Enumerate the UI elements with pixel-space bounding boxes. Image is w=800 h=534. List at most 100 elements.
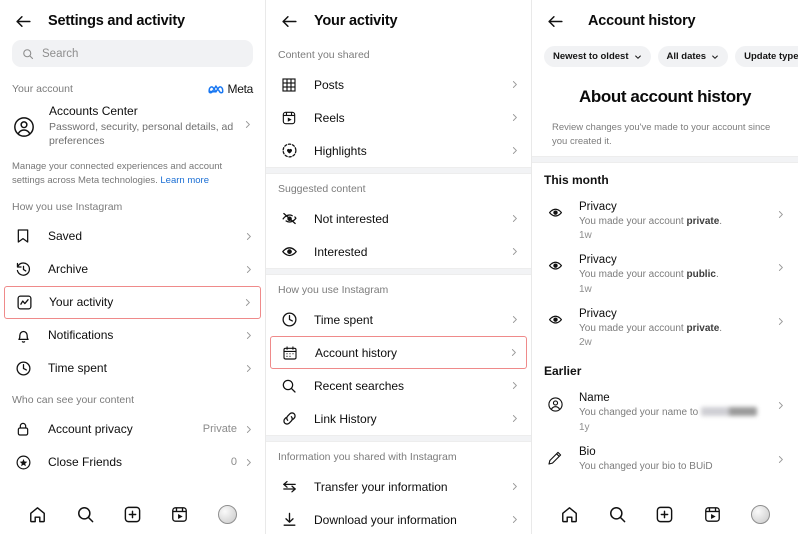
meta-logo: Meta <box>207 82 253 96</box>
history-entry[interactable]: Name You changed your name to 1y <box>532 385 798 439</box>
chevron-right-icon <box>509 247 519 256</box>
menu-item-interested[interactable]: Interested <box>266 235 531 268</box>
menu-item-label: Reels <box>314 110 345 125</box>
menu-item-transfer-your-information[interactable]: Transfer your information <box>266 470 531 503</box>
learn-more-link[interactable]: Learn more <box>160 175 209 186</box>
history-entry[interactable]: Privacy You made your account public. 1w <box>532 247 798 301</box>
transfer-arrows-icon <box>278 478 300 495</box>
history-entry-title: Name <box>579 392 610 404</box>
star-circle-icon <box>12 454 34 471</box>
redacted-name <box>700 407 757 416</box>
history-entry-body: Name You changed your name to 1y <box>579 392 776 433</box>
filter-dates[interactable]: All dates <box>657 46 729 67</box>
accounts-center-note: Manage your connected experiences and ac… <box>0 152 265 192</box>
archive-clock-icon <box>12 261 34 278</box>
filter-sort-order[interactable]: Newest to oldest <box>544 46 651 67</box>
panel2-header: Your activity <box>266 0 531 40</box>
search-icon[interactable] <box>76 505 95 524</box>
back-arrow-icon[interactable] <box>278 10 300 32</box>
sidebar-item-label: Saved <box>48 229 83 244</box>
search-icon[interactable] <box>608 505 627 524</box>
eye-icon <box>544 201 566 220</box>
sidebar-item-label: Archive <box>48 262 89 277</box>
sidebar-item-notifications[interactable]: Notifications <box>0 319 265 352</box>
section-how-you-use-instagram: How you use Instagram <box>12 200 123 213</box>
bottom-nav-bar <box>0 494 265 534</box>
about-title: About account history <box>579 87 751 106</box>
menu-item-not-interested[interactable]: Not interested <box>266 202 531 235</box>
chevron-right-icon <box>509 381 519 390</box>
chevron-right-icon <box>776 201 786 219</box>
history-entry-body: Privacy You made your account private. 2… <box>579 308 776 349</box>
section-divider-band <box>266 268 531 275</box>
back-arrow-icon[interactable] <box>12 10 34 32</box>
menu-item-link-history[interactable]: Link History <box>266 402 531 435</box>
page-title: Settings and activity <box>48 13 185 29</box>
menu-item-recent-searches[interactable]: Recent searches <box>266 369 531 402</box>
chevron-right-icon <box>243 458 253 467</box>
panel-your-activity: Your activity Content you shared Posts R… <box>266 0 532 534</box>
your-account-label: Your account <box>12 83 73 95</box>
chevron-down-icon <box>711 53 719 61</box>
accounts-center-subtitle: Password, security, personal details, ad… <box>49 121 234 148</box>
sidebar-item-time-spent[interactable]: Time spent <box>0 352 265 385</box>
sidebar-item-label: Account privacy <box>48 422 133 437</box>
eye-icon <box>544 308 566 327</box>
chevron-right-icon <box>243 425 253 434</box>
group-label-earlier: Earlier <box>544 364 582 378</box>
chevron-right-icon <box>243 265 253 274</box>
section-information-you-shared: Information you shared with Instagram <box>278 451 457 463</box>
filter-update-type[interactable]: Update type <box>735 46 798 67</box>
sidebar-item-account-privacy[interactable]: Account privacy Private <box>0 413 265 446</box>
history-entry-desc: You changed your bio to BUiD <box>579 460 713 472</box>
home-icon[interactable] <box>560 505 579 524</box>
section-content-you-shared: Content you shared <box>278 49 370 61</box>
link-icon <box>278 410 300 427</box>
menu-item-download-your-information[interactable]: Download your information <box>266 503 531 534</box>
history-entry[interactable]: Privacy You made your account private. 1… <box>532 194 798 248</box>
reels-icon[interactable] <box>170 505 189 524</box>
menu-item-label: Time spent <box>314 312 373 327</box>
chevron-right-icon <box>776 392 786 410</box>
reels-icon[interactable] <box>703 505 722 524</box>
history-entry-title: Privacy <box>579 200 617 213</box>
chevron-right-icon <box>243 232 253 241</box>
create-plus-icon[interactable] <box>123 505 142 524</box>
accounts-center-row[interactable]: Accounts Center Password, security, pers… <box>0 98 265 152</box>
create-plus-icon[interactable] <box>655 505 674 524</box>
menu-item-posts[interactable]: Posts <box>266 68 531 101</box>
sidebar-item-your-activity[interactable]: Your activity <box>4 285 261 319</box>
menu-item-reels[interactable]: Reels <box>266 101 531 134</box>
history-entry[interactable]: Privacy You made your account private. 2… <box>532 301 798 355</box>
filter-label: Update type <box>744 51 798 62</box>
filter-label: All dates <box>666 51 707 62</box>
menu-item-label: Highlights <box>314 143 367 158</box>
menu-item-label: Link History <box>314 411 377 426</box>
lock-icon <box>12 421 34 437</box>
download-icon <box>278 511 300 528</box>
menu-item-time-spent[interactable]: Time spent <box>266 303 531 336</box>
chevron-right-icon <box>776 446 786 464</box>
search-input[interactable]: Search <box>12 40 253 67</box>
chevron-right-icon <box>509 414 519 423</box>
panel-settings-and-activity: Settings and activity Search Your accoun… <box>0 0 266 534</box>
section-divider-band <box>266 167 531 174</box>
history-entry-title: Bio <box>579 445 596 458</box>
reels-icon <box>278 110 300 126</box>
chevron-right-icon <box>509 80 519 89</box>
sidebar-item-archive[interactable]: Archive <box>0 253 265 286</box>
profile-avatar-icon[interactable] <box>750 504 770 524</box>
menu-item-account-history[interactable]: Account history <box>270 336 527 369</box>
bell-icon <box>12 327 34 344</box>
sidebar-item-close-friends[interactable]: Close Friends 0 <box>0 446 265 479</box>
sidebar-item-saved[interactable]: Saved <box>0 220 265 253</box>
menu-item-highlights[interactable]: Highlights <box>266 134 531 167</box>
history-entry-time: 1w <box>579 283 592 295</box>
back-arrow-icon[interactable] <box>544 10 566 32</box>
home-icon[interactable] <box>28 505 47 524</box>
history-entry[interactable]: Bio You changed your bio to BUiD <box>532 439 798 480</box>
menu-item-label: Posts <box>314 77 345 92</box>
profile-avatar-icon[interactable] <box>217 504 237 524</box>
menu-item-label: Transfer your information <box>314 479 448 494</box>
activity-chart-icon <box>13 294 35 311</box>
